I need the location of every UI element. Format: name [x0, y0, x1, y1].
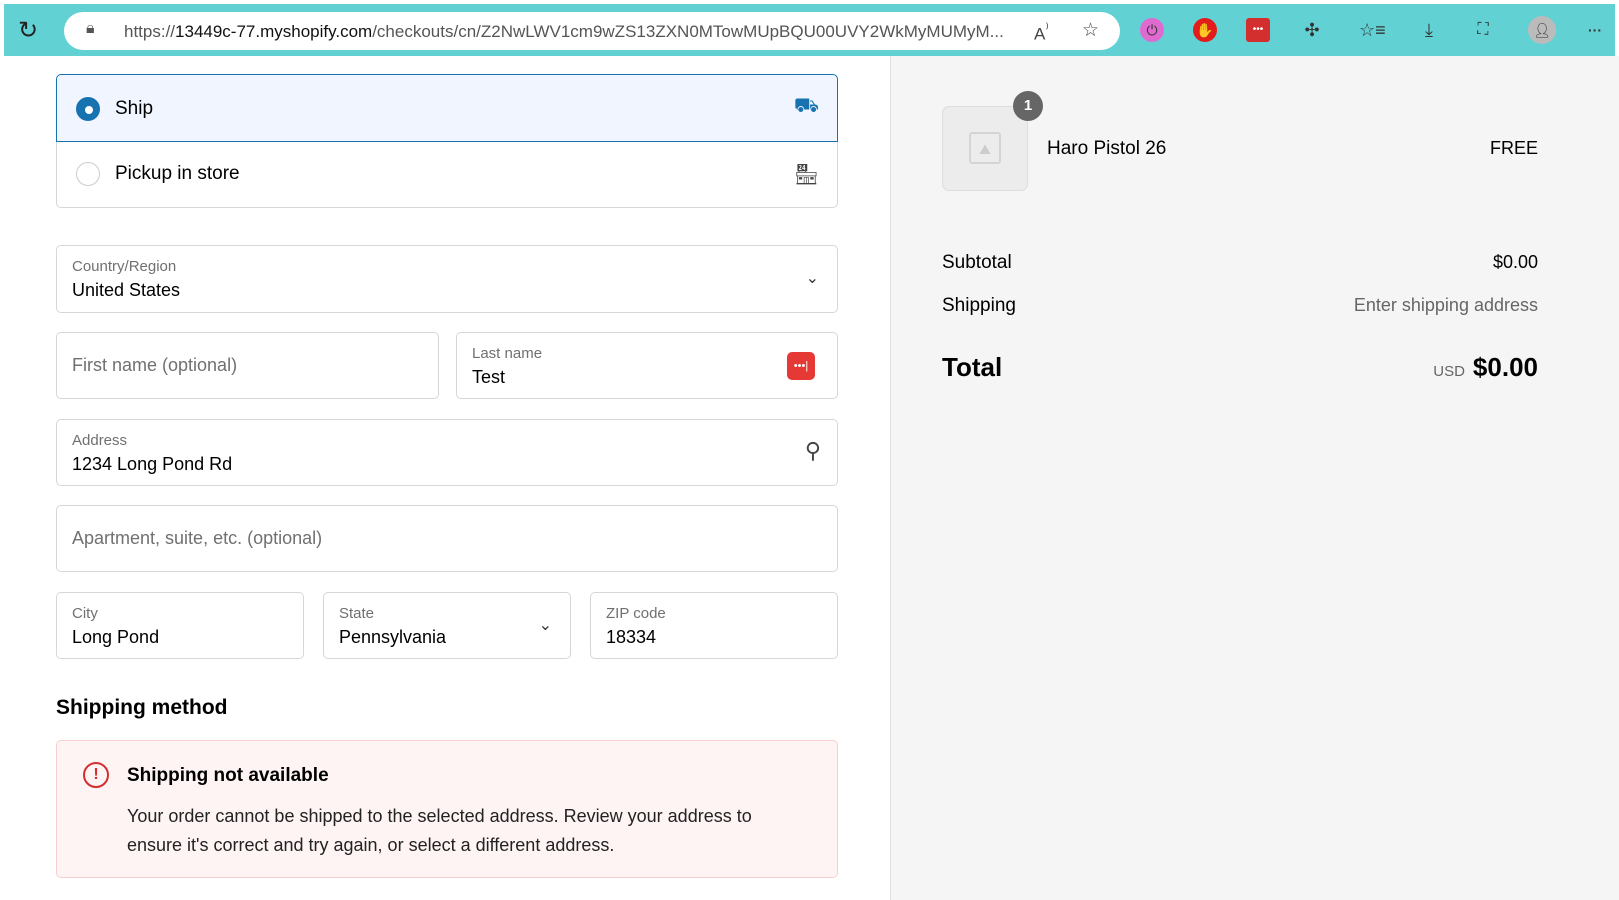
image-placeholder-icon: ⛰: [969, 132, 1001, 164]
first-name-field[interactable]: First name (optional): [56, 332, 439, 399]
apartment-placeholder: Apartment, suite, etc. (optional): [72, 528, 323, 548]
error-message-line: Your order cannot be shipped to the sele…: [127, 806, 752, 826]
state-value: Pennsylvania: [339, 627, 447, 647]
city-label: City: [72, 605, 98, 622]
ship-label: Ship: [115, 98, 154, 119]
power-extension-icon[interactable]: ⏻: [1140, 18, 1164, 42]
country-value: United States: [72, 280, 181, 300]
zip-value: 18334: [606, 627, 657, 647]
read-aloud-icon[interactable]: A⁾: [1034, 21, 1049, 45]
extensions-icon[interactable]: ✣: [1300, 18, 1324, 42]
total-amount: USD $0.00: [1433, 352, 1538, 383]
zip-field[interactable]: ZIP code 18334: [590, 592, 838, 659]
address-bar[interactable]: 🔒︎ https://13449c-77.myshopify.com/check…: [64, 12, 1120, 50]
lock-icon[interactable]: 🔒︎: [86, 20, 95, 38]
shipping-method-heading: Shipping method: [56, 696, 228, 719]
city-field[interactable]: City Long Pond: [56, 592, 304, 659]
order-summary: ⛰ 1 Haro Pistol 26 FREE Subtotal $0.00 S…: [890, 56, 1619, 900]
product-price: FREE: [1489, 138, 1538, 158]
last-name-value: Test: [472, 367, 506, 387]
total-label: Total: [942, 352, 1003, 382]
apartment-field[interactable]: Apartment, suite, etc. (optional): [56, 505, 838, 572]
last-name-label: Last name: [472, 345, 543, 362]
chevron-down-icon: ⌄: [805, 270, 819, 287]
shipping-label: Shipping: [942, 295, 1016, 316]
screenshot-icon[interactable]: ⛶: [1471, 18, 1495, 42]
address-field[interactable]: Address 1234 Long Pond Rd ⚲: [56, 419, 838, 486]
address-value: 1234 Long Pond Rd: [72, 454, 233, 474]
checkout-form: Ship ⛟ Pickup in store 🏪︎ Country/Region…: [0, 56, 890, 900]
download-icon[interactable]: ⤓: [1417, 18, 1441, 42]
subtotal-label: Subtotal: [942, 252, 1012, 273]
store-icon: 🏪︎: [793, 164, 819, 186]
profile-avatar[interactable]: 👤︎: [1528, 16, 1556, 44]
shipping-value: Enter shipping address: [1353, 295, 1538, 315]
error-message-line: ensure it's correct and try again, or se…: [127, 835, 615, 855]
error-title: Shipping not available: [127, 765, 329, 786]
subtotal-value: $0.00: [1492, 252, 1538, 272]
address-label: Address: [72, 432, 128, 449]
delivery-option-pickup[interactable]: Pickup in store 🏪︎: [56, 142, 838, 208]
country-label: Country/Region: [72, 258, 177, 275]
last-name-field[interactable]: Last name Test •••|: [456, 332, 838, 399]
quantity-badge: 1: [1013, 91, 1043, 121]
delivery-option-ship[interactable]: Ship ⛟: [56, 74, 838, 142]
error-icon: !: [83, 762, 109, 788]
shipping-error-banner: ! Shipping not available Your order cann…: [56, 740, 838, 878]
browser-toolbar: ↻ 🔒︎ https://13449c-77.myshopify.com/che…: [4, 4, 1615, 56]
favorites-icon[interactable]: ☆≡: [1359, 18, 1386, 42]
state-label: State: [339, 605, 375, 622]
more-menu-icon[interactable]: ···: [1583, 18, 1607, 42]
product-name: Haro Pistol 26: [1047, 138, 1167, 159]
reload-icon[interactable]: ↻: [18, 16, 38, 45]
first-name-placeholder: First name (optional): [72, 355, 238, 375]
pickup-radio[interactable]: [76, 162, 100, 186]
truck-icon: ⛟: [793, 95, 819, 117]
password-manager-fill-icon[interactable]: •••|: [787, 352, 815, 380]
error-message: Your order cannot be shipped to the sele…: [127, 802, 752, 860]
city-value: Long Pond: [72, 627, 160, 647]
password-manager-icon[interactable]: •••: [1246, 18, 1270, 42]
adblock-icon[interactable]: ✋: [1193, 18, 1217, 42]
favorite-star-icon[interactable]: ☆: [1082, 19, 1099, 42]
url-text[interactable]: https://13449c-77.myshopify.com/checkout…: [124, 22, 1004, 42]
chevron-down-icon: ⌄: [538, 617, 552, 634]
country-select[interactable]: Country/Region United States ⌄: [56, 245, 838, 313]
pickup-label: Pickup in store: [115, 163, 240, 184]
product-thumbnail: ⛰ 1: [942, 91, 1043, 191]
currency-code: USD: [1433, 363, 1465, 380]
search-icon[interactable]: ⚲: [805, 438, 821, 464]
zip-label: ZIP code: [606, 605, 666, 622]
state-select[interactable]: State Pennsylvania ⌄: [323, 592, 571, 659]
ship-radio[interactable]: [76, 97, 100, 121]
total-value: $0.00: [1472, 352, 1538, 382]
